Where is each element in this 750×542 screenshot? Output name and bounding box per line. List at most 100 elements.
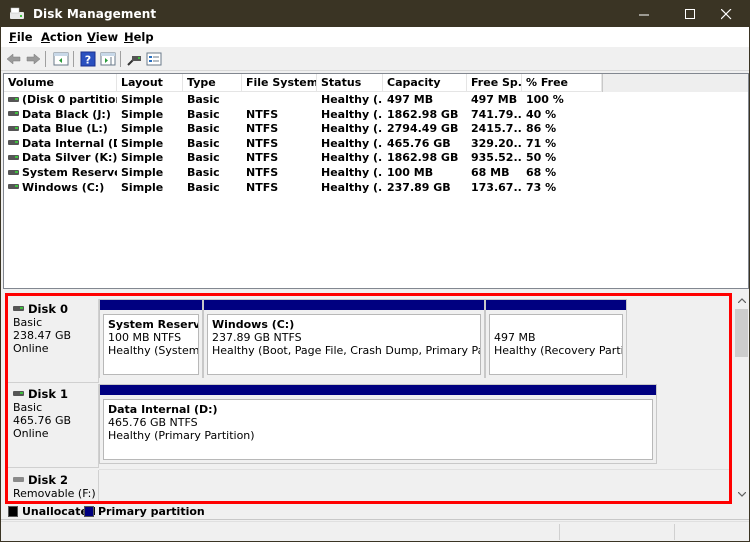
- volume-row[interactable]: Data Blue (L:) Simple Basic NTFS Healthy (..…: [4, 122, 748, 137]
- close-button[interactable]: [703, 1, 749, 27]
- cell-text: Healthy (...: [321, 107, 383, 121]
- cell-layout: Simple: [117, 122, 183, 137]
- menu-file[interactable]: File: [9, 30, 33, 44]
- cell-fs: NTFS: [242, 108, 317, 123]
- partition-status: Healthy (Recovery Partition): [494, 344, 623, 357]
- volume-list-header: Volume Layout Type File System Status Ca…: [4, 74, 748, 92]
- cell-text: 935.52...: [471, 151, 522, 165]
- back-arrow-icon[interactable]: [6, 51, 22, 67]
- disk-map-scrollbar[interactable]: [734, 293, 749, 503]
- cell-text: 465.76 GB: [387, 136, 451, 150]
- menu-view[interactable]: View: [87, 30, 118, 44]
- cell-text: 1862.98 GB: [387, 107, 459, 121]
- scroll-up-arrow-icon[interactable]: [734, 293, 749, 307]
- partition-windows-c[interactable]: Windows (C:) 237.89 GB NTFS Healthy (Boo…: [203, 299, 485, 379]
- partition-recovery[interactable]: 497 MB Healthy (Recovery Partition): [485, 299, 627, 379]
- scroll-down-arrow-icon[interactable]: [734, 487, 749, 501]
- disk-2-name: Disk 2: [28, 473, 68, 487]
- column-header-percent-free[interactable]: % Free: [522, 74, 602, 92]
- menu-action[interactable]: Action: [41, 30, 82, 44]
- column-header-status[interactable]: Status: [317, 74, 383, 92]
- partition-details: System Reserved 100 MB NTFS Healthy (Sys…: [103, 314, 199, 375]
- cell-capacity: 497 MB: [383, 93, 467, 108]
- column-header-filler: [602, 74, 748, 92]
- partition-system-reserved[interactable]: System Reserved 100 MB NTFS Healthy (Sys…: [99, 299, 203, 379]
- primary-partition-swatch: [84, 506, 94, 517]
- cell-pct: 73 %: [522, 181, 602, 196]
- volume-icon: [8, 140, 19, 146]
- cell-volume: Data Silver (K:): [4, 151, 117, 166]
- column-header-file-system[interactable]: File System: [242, 74, 317, 92]
- column-header-free-space[interactable]: Free Sp...: [467, 74, 522, 92]
- cell-text: Windows (C:): [22, 180, 105, 194]
- cell-text: Healthy (...: [321, 93, 383, 106]
- cell-text: 68 %: [526, 166, 557, 179]
- volume-icon: [8, 111, 19, 117]
- disk-0-partitions: System Reserved 100 MB NTFS Healthy (Sys…: [99, 293, 729, 383]
- disk-1-state: Online: [13, 427, 49, 440]
- volume-row[interactable]: (Disk 0 partition... Simple Basic Healthy (…: [4, 93, 748, 108]
- disk-0-name: Disk 0: [28, 302, 68, 316]
- cell-capacity: 1862.98 GB: [383, 108, 467, 123]
- forward-arrow-icon[interactable]: [25, 51, 41, 67]
- volume-row[interactable]: System Reserved Simple Basic NTFS Healthy (.…: [4, 166, 748, 181]
- volume-row[interactable]: Data Black (J:) Simple Basic NTFS Healthy (.…: [4, 108, 748, 123]
- volume-row[interactable]: Windows (C:) Simple Basic NTFS Healthy (... 2…: [4, 181, 748, 196]
- column-header-layout[interactable]: Layout: [117, 74, 183, 92]
- cell-text: Simple: [121, 107, 164, 121]
- partition-details: Data Internal (D:) 465.76 GB NTFS Health…: [103, 399, 653, 460]
- disk-1-type: Basic: [13, 401, 43, 414]
- disk-1-label[interactable]: Disk 1 Basic 465.76 GB Online: [7, 384, 99, 468]
- disk-2-label[interactable]: Disk 2 Removable (F:): [7, 470, 99, 503]
- show-hide-action-pane-icon[interactable]: [100, 51, 116, 67]
- cell-text: System Reserved: [22, 166, 117, 179]
- volume-list[interactable]: Volume Layout Type File System Status Ca…: [3, 73, 749, 289]
- cell-layout: Simple: [117, 93, 183, 108]
- cell-text: Basic: [187, 93, 220, 106]
- column-header-volume[interactable]: Volume: [4, 74, 117, 92]
- cell-text: 1862.98 GB: [387, 151, 459, 165]
- disk-0-type: Basic: [13, 316, 43, 329]
- scrollbar-thumb[interactable]: [735, 309, 748, 357]
- cell-status: Healthy (...: [317, 108, 383, 123]
- menu-help[interactable]: Help: [124, 30, 154, 44]
- cell-text: Healthy (...: [321, 180, 383, 194]
- cell-text: NTFS: [246, 107, 279, 121]
- show-hide-console-tree-icon[interactable]: [53, 51, 69, 67]
- cell-free: 2415.7...: [467, 122, 522, 137]
- menu-action-accel: A: [41, 30, 50, 44]
- partition-status: Healthy (Primary Partition): [108, 429, 255, 442]
- title-bar[interactable]: Disk Management: [1, 1, 749, 27]
- volume-row[interactable]: Data Internal (D:) Simple Basic NTFS Healthy…: [4, 137, 748, 152]
- column-header-type[interactable]: Type: [183, 74, 242, 92]
- cell-pct: 40 %: [522, 108, 602, 123]
- cell-capacity: 2794.49 GB: [383, 122, 467, 137]
- unallocated-swatch: [8, 506, 18, 517]
- help-icon[interactable]: ?: [80, 51, 96, 67]
- minimize-button[interactable]: [621, 1, 667, 27]
- cell-text: Basic: [187, 136, 220, 150]
- partition-data-internal-d[interactable]: Data Internal (D:) 465.76 GB NTFS Health…: [99, 384, 657, 464]
- cell-type: Basic: [183, 137, 242, 152]
- cell-text: NTFS: [246, 151, 279, 165]
- window-title: Disk Management: [33, 7, 157, 21]
- connect-icon[interactable]: [126, 51, 142, 67]
- cell-pct: 68 %: [522, 166, 602, 181]
- cell-text: Healthy (...: [321, 151, 383, 165]
- cell-pct: 86 %: [522, 122, 602, 137]
- status-bar-separator: [559, 524, 560, 540]
- cell-capacity: 100 MB: [383, 166, 467, 181]
- disk-map-pane: Disk 0 Basic 238.47 GB Online System Res…: [3, 293, 734, 503]
- disk-0-label[interactable]: Disk 0 Basic 238.47 GB Online: [7, 299, 99, 383]
- disk-2-area[interactable]: [99, 469, 729, 503]
- cell-status: Healthy (...: [317, 93, 383, 108]
- partition-details: Windows (C:) 237.89 GB NTFS Healthy (Boo…: [207, 314, 481, 375]
- properties-icon[interactable]: [146, 51, 162, 67]
- disk-0-state: Online: [13, 342, 49, 355]
- column-header-capacity[interactable]: Capacity: [383, 74, 467, 92]
- maximize-icon: [684, 8, 695, 19]
- cell-text: Healthy (...: [321, 136, 383, 150]
- volume-row[interactable]: Data Silver (K:) Simple Basic NTFS Healthy (…: [4, 151, 748, 166]
- cell-text: Simple: [121, 93, 164, 106]
- cell-text: Healthy (...: [321, 122, 383, 136]
